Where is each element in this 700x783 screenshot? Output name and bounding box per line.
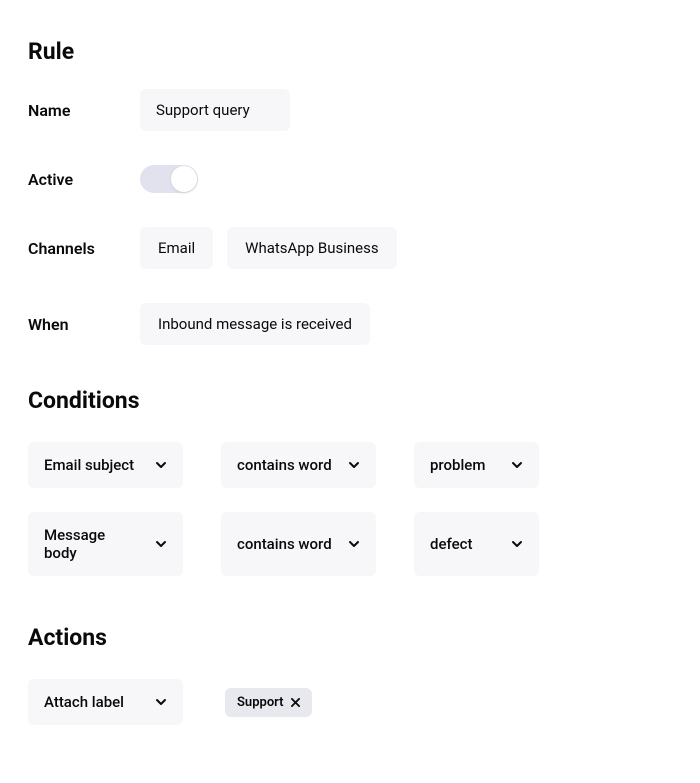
name-label: Name <box>28 101 140 120</box>
condition-operator-dropdown[interactable]: contains word <box>221 512 376 576</box>
action-tag-label: Support <box>237 695 284 710</box>
chevron-down-icon <box>155 538 167 550</box>
name-input[interactable] <box>140 89 290 131</box>
when-label: When <box>28 315 140 334</box>
action-tag[interactable]: Support <box>225 688 312 717</box>
action-type-label: Attach label <box>44 693 124 711</box>
condition-value-dropdown[interactable]: defect <box>414 512 539 576</box>
action-row: Attach label Support <box>28 679 672 725</box>
channel-chip[interactable]: WhatsApp Business <box>227 227 396 269</box>
condition-row: Email subject contains word problem <box>28 442 672 488</box>
channels-row: Channels Email WhatsApp Business <box>28 227 672 269</box>
condition-field-label: Email subject <box>44 456 134 474</box>
chevron-down-icon <box>348 538 360 550</box>
conditions-section: Conditions Email subject contains word p… <box>28 387 672 576</box>
condition-value-label: problem <box>430 456 485 474</box>
condition-field-label: Message body <box>44 526 141 562</box>
conditions-heading: Conditions <box>28 387 672 414</box>
active-label: Active <box>28 170 140 189</box>
active-row: Active <box>28 165 672 193</box>
when-row: When Inbound message is received <box>28 303 672 345</box>
close-icon[interactable] <box>291 698 300 707</box>
condition-operator-label: contains word <box>237 456 332 474</box>
rule-heading: Rule <box>28 38 672 65</box>
chevron-down-icon <box>155 459 167 471</box>
when-chip[interactable]: Inbound message is received <box>140 303 370 345</box>
actions-heading: Actions <box>28 624 672 651</box>
condition-value-label: defect <box>430 535 472 553</box>
condition-operator-dropdown[interactable]: contains word <box>221 442 376 488</box>
action-type-dropdown[interactable]: Attach label <box>28 679 183 725</box>
condition-operator-label: contains word <box>237 535 332 553</box>
condition-field-dropdown[interactable]: Message body <box>28 512 183 576</box>
channel-chip[interactable]: Email <box>140 227 213 269</box>
condition-value-dropdown[interactable]: problem <box>414 442 539 488</box>
condition-field-dropdown[interactable]: Email subject <box>28 442 183 488</box>
actions-section: Actions Attach label Support <box>28 624 672 725</box>
toggle-knob <box>171 166 197 192</box>
condition-row: Message body contains word defect <box>28 512 672 576</box>
chevron-down-icon <box>511 459 523 471</box>
active-toggle[interactable] <box>140 165 198 193</box>
channels-chip-group: Email WhatsApp Business <box>140 227 397 269</box>
chevron-down-icon <box>348 459 360 471</box>
chevron-down-icon <box>511 538 523 550</box>
chevron-down-icon <box>155 696 167 708</box>
name-row: Name <box>28 89 672 131</box>
channels-label: Channels <box>28 239 140 258</box>
